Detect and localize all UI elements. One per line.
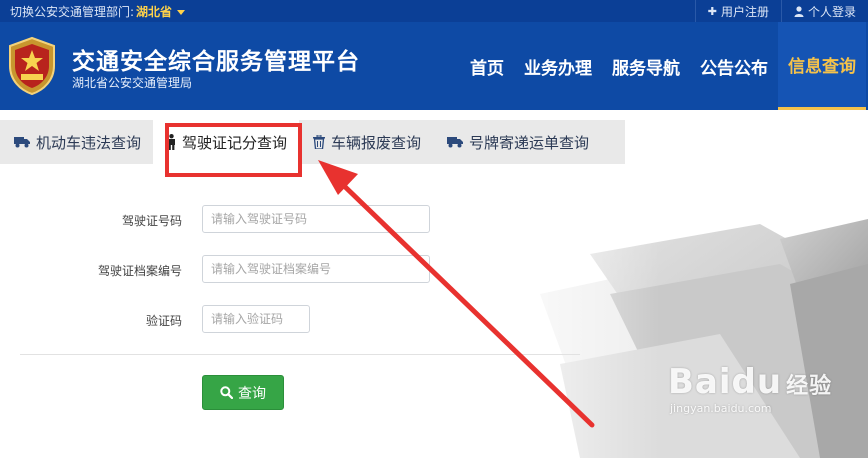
site-header: 交通安全综合服务管理平台 湖北省公安交通管理局 首页 业务办理 服务导航 公告公… bbox=[0, 22, 868, 110]
license-file-number-row: 驾驶证档案编号 bbox=[0, 255, 460, 285]
top-utility-bar: 切换公安交通管理部门: 湖北省 ✚ 用户注册 个人登录 bbox=[0, 0, 868, 22]
nav-business[interactable]: 业务办理 bbox=[514, 22, 602, 110]
watermark-brand-cn: 经验 bbox=[786, 374, 833, 399]
main-nav: 首页 业务办理 服务导航 公告公布 信息查询 bbox=[460, 22, 866, 110]
tab-vehicle-scrap[interactable]: 车辆报废查询 bbox=[299, 120, 433, 164]
plus-icon: ✚ bbox=[707, 4, 717, 18]
query-button[interactable]: 查询 bbox=[202, 375, 284, 410]
license-file-number-label: 驾驶证档案编号 bbox=[97, 264, 182, 278]
site-title: 交通安全综合服务管理平台 bbox=[72, 49, 360, 75]
nav-info-query[interactable]: 信息查询 bbox=[778, 22, 866, 110]
watermark-url: jingyan.baidu.com bbox=[670, 402, 772, 415]
tab-plate-delivery-label: 号牌寄递运单查询 bbox=[469, 133, 590, 152]
captcha-input[interactable] bbox=[202, 305, 310, 333]
register-link[interactable]: ✚ 用户注册 bbox=[694, 0, 781, 22]
license-number-label: 驾驶证号码 bbox=[121, 214, 182, 228]
nav-service-guide[interactable]: 服务导航 bbox=[602, 22, 690, 110]
login-link[interactable]: 个人登录 bbox=[780, 0, 868, 22]
search-icon bbox=[220, 386, 233, 399]
caret-down-icon[interactable] bbox=[177, 10, 186, 15]
site-subtitle: 湖北省公安交通管理局 bbox=[72, 76, 193, 90]
department-value[interactable]: 湖北省 bbox=[136, 5, 172, 19]
license-number-row: 驾驶证号码 bbox=[0, 205, 460, 235]
nav-home[interactable]: 首页 bbox=[460, 22, 514, 110]
user-icon bbox=[794, 5, 804, 17]
department-switcher[interactable]: 切换公安交通管理部门: 湖北省 bbox=[10, 3, 186, 20]
login-label: 个人登录 bbox=[807, 4, 856, 19]
query-tabs: 机动车违法查询 驾驶证记分查询 车辆报废查询 号牌寄递运单查询 bbox=[0, 120, 625, 164]
captcha-row: 验证码 bbox=[0, 305, 460, 335]
nav-announcements[interactable]: 公告公布 bbox=[690, 22, 778, 110]
tab-vehicle-scrap-label: 车辆报废查询 bbox=[331, 133, 422, 152]
captcha-label: 验证码 bbox=[145, 314, 182, 328]
license-file-number-input[interactable] bbox=[202, 255, 430, 283]
tab-plate-delivery[interactable]: 号牌寄递运单查询 bbox=[433, 120, 601, 164]
watermark-brand: Baidu bbox=[668, 362, 783, 402]
trash-icon bbox=[313, 135, 326, 149]
truck-icon bbox=[447, 137, 464, 148]
police-emblem-logo[interactable] bbox=[4, 36, 60, 96]
form-divider bbox=[20, 354, 580, 355]
license-number-input[interactable] bbox=[202, 205, 430, 233]
annotation-highlight-box bbox=[165, 123, 302, 177]
tab-vehicle-violation-label: 机动车违法查询 bbox=[36, 133, 142, 152]
baidu-jingyan-watermark: Baidu 经验 jingyan.baidu.com bbox=[668, 362, 832, 415]
department-label: 切换公安交通管理部门: bbox=[10, 5, 135, 19]
truck-icon bbox=[14, 137, 30, 148]
tab-vehicle-violation[interactable]: 机动车违法查询 bbox=[0, 120, 153, 164]
query-button-label: 查询 bbox=[238, 385, 266, 402]
register-label: 用户注册 bbox=[720, 4, 769, 19]
